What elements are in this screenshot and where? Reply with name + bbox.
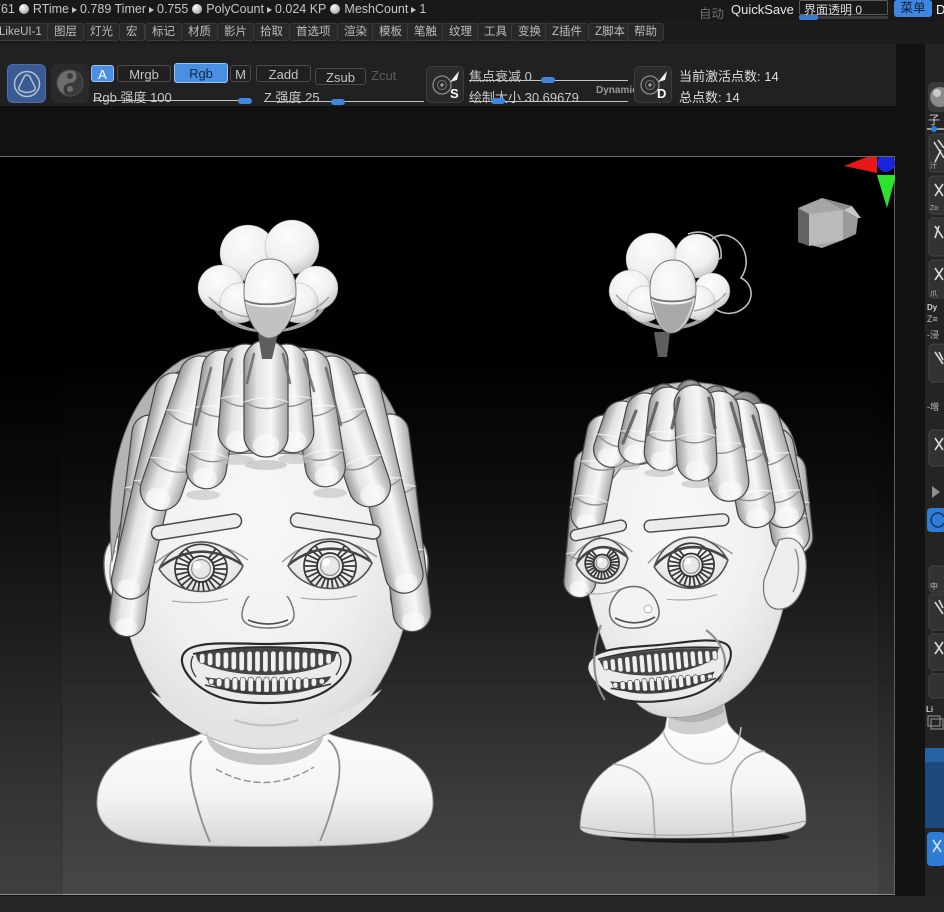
svg-text:子: 子 <box>928 113 940 127</box>
svg-text:-増: -増 <box>927 401 939 412</box>
svg-text:Dy: Dy <box>927 303 938 312</box>
svg-text:Li: Li <box>926 705 933 714</box>
svg-text:Zo: Zo <box>930 205 938 212</box>
svg-text:-浸: -浸 <box>927 330 939 340</box>
svg-text:中: 中 <box>930 581 938 591</box>
svg-text:D: D <box>657 86 666 101</box>
svg-text:S: S <box>450 86 459 101</box>
svg-text:爪: 爪 <box>930 290 937 298</box>
svg-text:Z≡: Z≡ <box>927 314 938 324</box>
svg-text:汁: 汁 <box>930 161 937 170</box>
